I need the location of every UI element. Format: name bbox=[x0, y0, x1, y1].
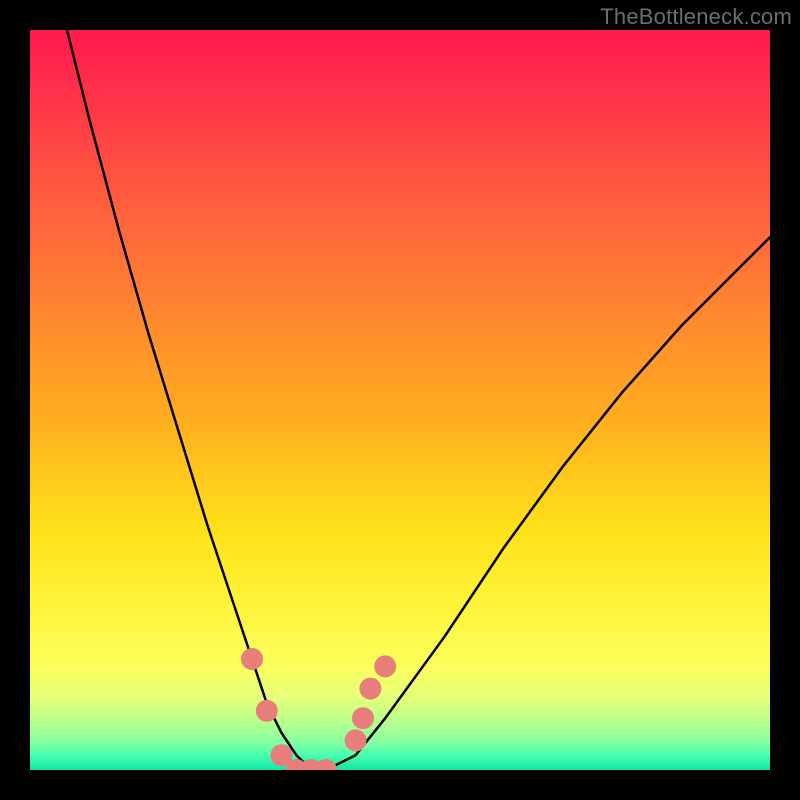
plot-area bbox=[30, 30, 770, 770]
watermark-text: TheBottleneck.com bbox=[600, 4, 792, 30]
chart-frame: TheBottleneck.com bbox=[0, 0, 800, 800]
gradient-background bbox=[30, 30, 770, 770]
